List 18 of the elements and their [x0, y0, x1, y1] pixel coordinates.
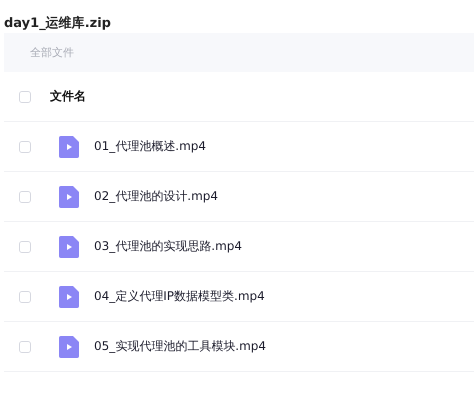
- row-checkbox[interactable]: [19, 290, 31, 302]
- file-name[interactable]: 02_代理池的设计.mp4: [94, 188, 218, 205]
- video-file-icon: [59, 286, 79, 308]
- file-name[interactable]: 04_定义代理IP数据模型类.mp4: [94, 288, 265, 305]
- video-file-icon: [59, 336, 79, 358]
- select-all-checkbox[interactable]: [19, 90, 31, 102]
- video-file-icon: [59, 236, 79, 258]
- row-checkbox[interactable]: [19, 240, 31, 252]
- row-checkbox[interactable]: [19, 190, 31, 202]
- file-name[interactable]: 03_代理池的实现思路.mp4: [94, 238, 242, 255]
- video-file-icon: [59, 186, 79, 208]
- file-name[interactable]: 05_实现代理池的工具模块.mp4: [94, 338, 266, 355]
- file-name[interactable]: 01_代理池概述.mp4: [94, 138, 206, 155]
- archive-title: day1_运维库.zip: [3, 14, 112, 33]
- row-checkbox[interactable]: [19, 140, 31, 152]
- row-checkbox[interactable]: [19, 340, 31, 352]
- column-header: 文件名: [50, 88, 86, 105]
- video-file-icon: [59, 136, 79, 158]
